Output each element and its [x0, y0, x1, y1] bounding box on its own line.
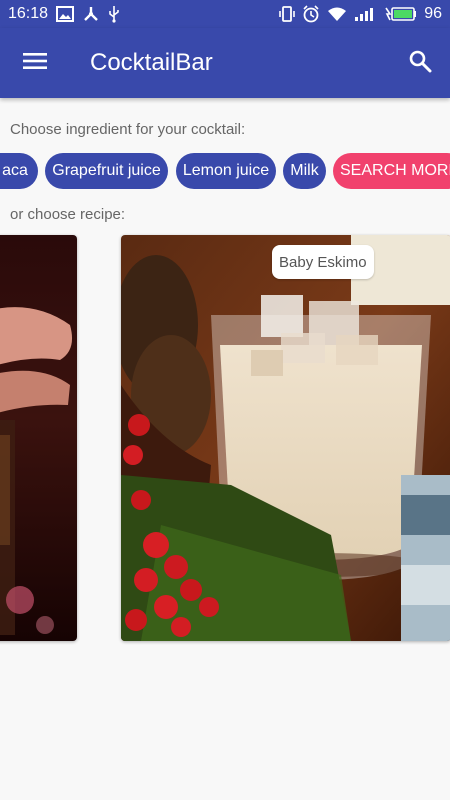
tools-icon: [82, 5, 100, 23]
status-bar: 16:18 96: [0, 0, 450, 28]
recipe-card-image: [121, 235, 450, 641]
recipe-card-title: Baby Eskimo: [272, 245, 374, 279]
search-icon: [408, 49, 432, 78]
ingredient-chip[interactable]: aca: [0, 153, 38, 189]
ingredient-chip[interactable]: Grapefruit juice: [45, 153, 168, 189]
search-button[interactable]: [390, 28, 450, 98]
app-bar: CocktailBar: [0, 28, 450, 98]
gallery-icon: [56, 6, 75, 22]
search-more-button[interactable]: SEARCH MORE: [333, 153, 450, 189]
recipe-card[interactable]: Baby Eskimo: [121, 235, 450, 641]
ingredient-chip-row[interactable]: aca Grapefruit juice Lemon juice Milk SE…: [0, 153, 450, 189]
vibrate-icon: [279, 5, 296, 23]
battery-level: 96: [424, 5, 442, 22]
alarm-icon: [302, 5, 320, 23]
wifi-icon: [327, 6, 347, 22]
battery-icon: [383, 6, 417, 22]
ingredient-chip[interactable]: Milk: [283, 153, 326, 189]
menu-icon: [23, 51, 47, 76]
usb-icon: [108, 5, 120, 23]
status-time: 16:18: [8, 5, 49, 22]
ingredient-chip[interactable]: Lemon juice: [176, 153, 276, 189]
signal-icon: [354, 6, 376, 22]
recipe-card-image: [0, 235, 77, 641]
ingredient-prompt: Choose ingredient for your cocktail:: [10, 121, 246, 138]
menu-button[interactable]: [0, 28, 70, 98]
recipe-prompt: or choose recipe:: [10, 206, 126, 223]
recipe-card[interactable]: [0, 235, 77, 641]
app-title: CocktailBar: [90, 49, 213, 76]
